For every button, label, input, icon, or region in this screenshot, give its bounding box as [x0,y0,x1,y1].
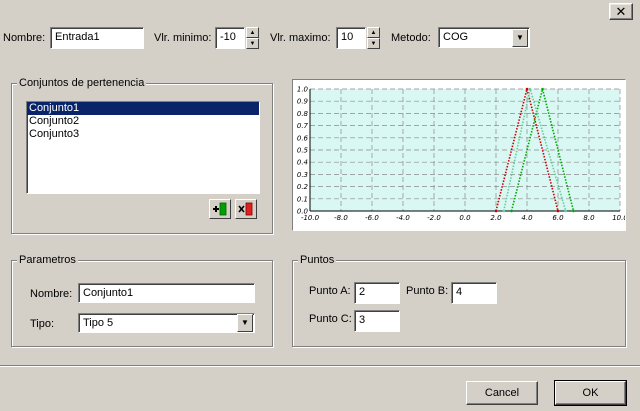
y-tick-label: 1.0 [297,86,309,94]
add-set-icon [213,202,227,216]
spin-down-icon[interactable]: ▼ [246,38,259,49]
y-tick-label: 0.9 [297,98,309,106]
conjuntos-group-title: Conjuntos de pertenencia [17,77,147,90]
remove-set-icon [238,202,253,216]
series-point [541,87,544,91]
separator [0,365,640,367]
membership-chart: -10.0 -8.0 -6.0 -4.0 -2.0 0.0 2.0 4.0 6.0 8.0 10. 0… [292,79,628,231]
x-tick-label: -4.0 [396,214,410,222]
spin-up-icon[interactable]: ▲ [367,27,380,38]
y-tick-label: 0.5 [297,147,309,155]
y-tick-label: 0.8 [297,110,309,118]
metodo-value: COG [443,31,469,43]
remove-set-button[interactable] [235,199,257,219]
y-tick-label: 0.4 [297,159,308,167]
list-item[interactable]: Conjunto3 [27,128,259,141]
list-item[interactable]: Conjunto2 [27,115,259,128]
x-tick-label: 0.0 [459,214,471,222]
y-tick-label: 0.1 [297,195,308,203]
add-set-button[interactable] [209,199,231,219]
ok-button[interactable]: OK [554,380,627,406]
y-tick-label: 0.0 [297,208,309,216]
series-point [494,209,498,213]
punto-b-input[interactable]: 4 [451,282,497,304]
series-point [502,209,506,213]
max-value-spinner[interactable]: ▲ ▼ [367,27,380,49]
parametros-group [11,260,273,347]
x-tick-label: 4.0 [521,214,533,222]
series-point [510,209,513,213]
cancel-button[interactable]: Cancel [466,381,538,405]
y-tick-label: 0.7 [297,122,309,130]
punto-c-input[interactable]: 3 [354,310,400,332]
x-tick-label: -2.0 [427,214,441,222]
punto-a-input[interactable]: 2 [354,282,400,304]
min-value-spinner[interactable]: ▲ ▼ [246,27,259,49]
x-tick-label: -6.0 [365,214,379,222]
conjuntos-listbox[interactable]: Conjunto1 Conjunto2 Conjunto3 [26,101,260,194]
series-point [525,87,529,91]
spin-down-icon[interactable]: ▼ [367,38,380,49]
title-bar [0,0,640,22]
param-nombre-input[interactable]: Conjunto1 [78,283,255,303]
chevron-down-icon[interactable]: ▼ [237,314,253,332]
y-tick-label: 0.6 [297,134,309,142]
puntos-group-title: Puntos [298,254,337,267]
membership-chart-svg: -10.0 -8.0 -6.0 -4.0 -2.0 0.0 2.0 4.0 6.0 8.0 10. 0… [297,86,628,223]
punto-b-label: Punto B: [406,285,449,297]
max-value-input[interactable]: 10 [336,27,366,49]
close-icon: ✕ [615,4,627,19]
punto-c-label: Punto C: [309,313,352,325]
x-tick-label: 8.0 [583,214,595,222]
min-value-label: Vlr. minimo: [154,32,212,44]
max-value-label: Vlr. maximo: [270,32,331,44]
parametros-group-title: Parametros [17,254,78,267]
series-point [556,209,560,213]
tipo-label: Tipo: [30,318,55,330]
chevron-down-icon[interactable]: ▼ [512,29,528,47]
list-item[interactable]: Conjunto1 [27,102,259,115]
close-button[interactable]: ✕ [609,3,633,20]
x-tick-label: 6.0 [552,214,564,222]
tipo-value: Tipo 5 [83,317,114,329]
nombre-input[interactable]: Entrada1 [50,27,144,49]
series-point [564,209,568,213]
y-tick-label: 0.3 [297,171,308,179]
punto-a-label: Punto A: [309,285,351,297]
series-point [572,209,575,213]
nombre-label: Nombre: [3,32,46,44]
x-tick-label: 2.0 [490,214,502,222]
metodo-label: Metodo: [391,32,431,44]
param-nombre-label: Nombre: [30,288,73,300]
x-tick-label: 10.0 [612,214,625,222]
tipo-select[interactable]: Tipo 5 [78,313,255,333]
min-value-input[interactable]: -10 [215,27,245,49]
x-tick-label: -8.0 [334,214,348,222]
y-tick-label: 0.2 [297,183,309,191]
series-point [528,87,532,91]
spin-up-icon[interactable]: ▲ [246,27,259,38]
